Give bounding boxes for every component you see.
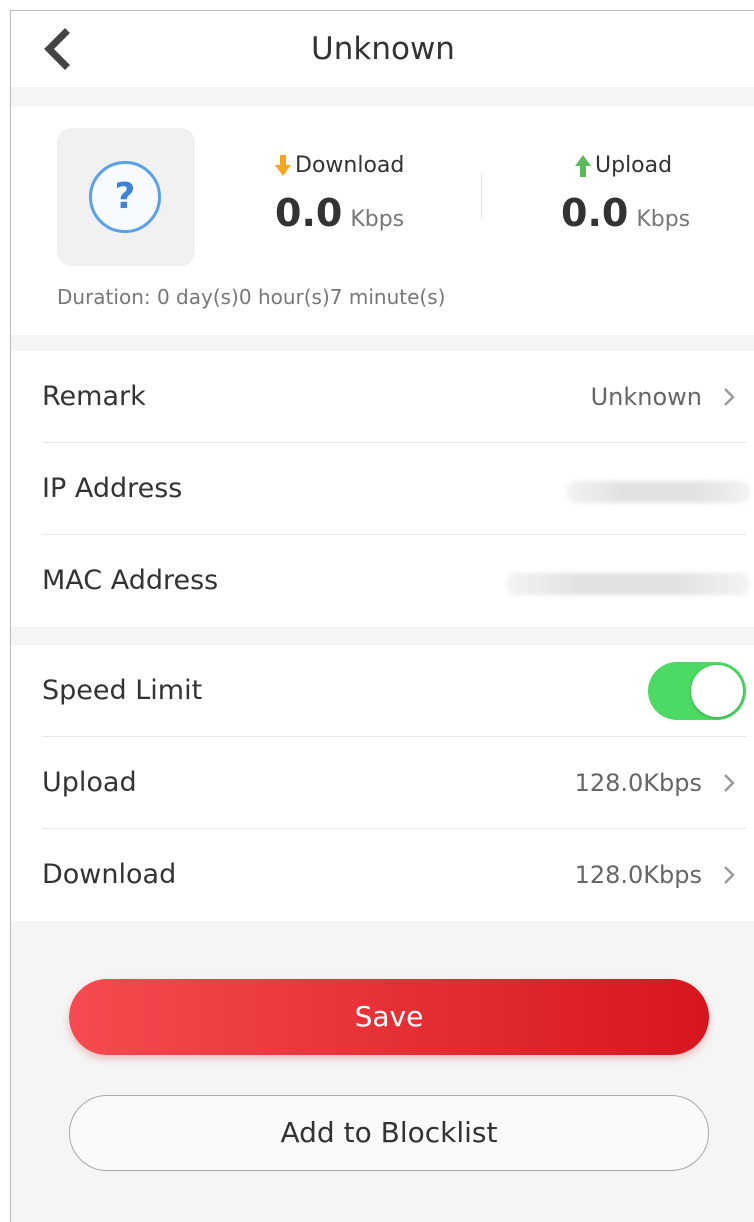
speed-limit-label: Speed Limit [42, 675, 203, 706]
download-stat-value: 0.0 Kbps [275, 191, 404, 239]
mac-address-redacted [506, 573, 750, 595]
header-bar: Unknown [11, 11, 754, 87]
ip-address-row: IP Address [42, 443, 750, 535]
ip-address-label: IP Address [42, 473, 183, 504]
save-button[interactable]: Save [69, 979, 709, 1055]
download-unit: Kbps [350, 207, 405, 232]
download-limit-label: Download [42, 859, 177, 890]
ip-address-redacted [566, 481, 750, 503]
chevron-right-icon [724, 388, 735, 406]
upload-label: Upload [595, 153, 673, 178]
upload-limit-row[interactable]: Upload 128.0Kbps [42, 737, 746, 829]
add-to-blocklist-button[interactable]: Add to Blocklist [69, 1095, 709, 1171]
upload-stat-value: 0.0 Kbps [561, 191, 690, 239]
stats-divider [481, 173, 482, 219]
device-detail-screen: Unknown ? Download 0.0 Kbps Upload 0.0 K… [10, 10, 754, 1222]
mac-address-label: MAC Address [42, 565, 219, 596]
chevron-right-icon [724, 774, 735, 792]
download-label: Download [295, 153, 405, 178]
arrow-down-icon [275, 155, 291, 176]
back-button[interactable] [37, 27, 81, 71]
page-title: Unknown [311, 31, 455, 67]
download-limit-value: 128.0Kbps [574, 861, 702, 889]
upload-limit-label: Upload [42, 767, 137, 798]
chevron-left-icon [44, 28, 70, 70]
remark-value: Unknown [590, 383, 702, 411]
upload-value: 0.0 [561, 191, 629, 235]
device-info-section: Remark Unknown IP Address MAC Address [11, 351, 754, 627]
remark-label: Remark [42, 381, 146, 412]
remark-row[interactable]: Remark Unknown [42, 351, 746, 443]
speed-limit-toggle[interactable] [648, 662, 746, 720]
arrow-up-icon [575, 155, 591, 177]
chevron-right-icon [724, 866, 735, 884]
download-value: 0.0 [275, 191, 343, 235]
upload-limit-value: 128.0Kbps [574, 769, 702, 797]
upload-stat-label: Upload [575, 151, 672, 181]
speed-limit-row: Speed Limit [42, 645, 746, 737]
question-mark-icon: ? [89, 161, 161, 233]
traffic-stats-card: ? Download 0.0 Kbps Upload 0.0 Kbps Durati… [11, 107, 754, 335]
toggle-knob [691, 665, 743, 717]
download-limit-row[interactable]: Download 128.0Kbps [42, 829, 746, 921]
duration-text: Duration: 0 day(s)0 hour(s)7 minute(s) [57, 285, 446, 309]
device-avatar: ? [57, 128, 195, 266]
upload-unit: Kbps [636, 207, 691, 232]
download-stat-label: Download [275, 151, 404, 181]
speed-limit-section: Speed Limit Upload 128.0Kbps Download 12… [11, 645, 754, 921]
mac-address-row: MAC Address [42, 535, 750, 627]
